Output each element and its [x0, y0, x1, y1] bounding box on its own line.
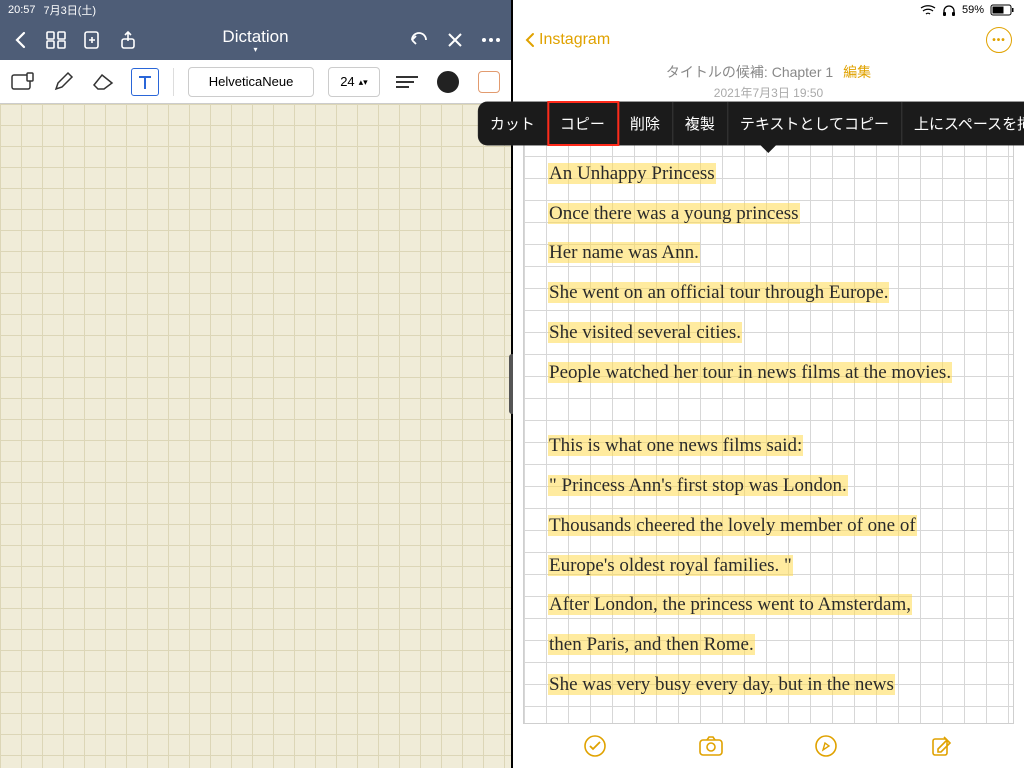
context-menu-item[interactable]: 削除 [618, 102, 673, 145]
note-title-prefix: タイトルの候補: [666, 64, 772, 80]
note-title-value: Chapter 1 [772, 64, 833, 80]
note-title-row: タイトルの候補: Chapter 1 編集 [513, 60, 1024, 84]
right-topbar: Instagram ••• [513, 20, 1024, 60]
font-size-value: 24 [340, 74, 354, 89]
handwriting-line [548, 400, 1001, 434]
status-bar-left: 20:57 7月3日(土) [0, 0, 511, 20]
share-icon[interactable] [114, 26, 142, 54]
status-bar-right: 59% [513, 0, 1024, 20]
check-icon[interactable] [582, 733, 608, 759]
context-menu-item[interactable]: コピー [548, 102, 618, 145]
battery-percent: 59% [962, 4, 984, 16]
font-selector[interactable]: HelveticaNeue [188, 67, 315, 97]
chevron-down-icon: ▾ [253, 47, 257, 53]
handwriting-line: then Paris, and then Rome. [548, 633, 1001, 657]
handwriting-line: Europe's oldest royal families. " [548, 554, 1001, 578]
context-menu-item[interactable]: 上にスペースを挿入 [902, 102, 1024, 145]
font-name: HelveticaNeue [209, 74, 294, 89]
camera-icon[interactable] [698, 733, 724, 759]
status-date: 7月3日(土) [44, 2, 97, 18]
left-navbar: Dictation ▾ [0, 20, 511, 60]
thumbnails-icon[interactable] [42, 26, 70, 54]
markup-icon[interactable] [813, 733, 839, 759]
handwriting-line: She was very busy every day, but in the … [548, 673, 1001, 697]
context-menu: カットコピー削除複製テキストとしてコピー上にスペースを挿入 [478, 102, 1024, 145]
right-app: 59% Instagram ••• タイトルの候補: Chapter 1 編集 … [513, 0, 1024, 768]
handwriting-line: She visited several cities. [548, 321, 1001, 345]
handwriting-line: An Unhappy Princess [548, 162, 1001, 186]
context-menu-item[interactable]: テキストとしてコピー [728, 102, 902, 145]
right-bottom-toolbar [513, 724, 1024, 768]
more-icon[interactable] [477, 26, 505, 54]
font-size-stepper[interactable]: 24 ▴▾ [328, 67, 379, 97]
left-toolbar: HelveticaNeue 24 ▴▾ [0, 60, 511, 104]
edit-title-button[interactable]: 編集 [843, 64, 871, 80]
handwriting-line: People watched her tour in news films at… [548, 361, 1001, 385]
back-label: Instagram [539, 31, 610, 49]
handwriting-line: She went on an official tour through Eur… [548, 281, 1001, 305]
left-app: 20:57 7月3日(土) Dictation ▾ [0, 0, 511, 768]
handwriting-content[interactable]: Chapter 1An Unhappy PrincessOnce there w… [548, 122, 1001, 713]
compose-icon[interactable] [929, 733, 955, 759]
text-color-icon[interactable] [435, 68, 462, 96]
back-icon[interactable] [6, 26, 34, 54]
undo-icon[interactable] [405, 26, 433, 54]
handwriting-line: After London, the princess went to Amste… [548, 593, 1001, 617]
text-bg-icon[interactable] [476, 68, 503, 96]
note-more-icon[interactable]: ••• [986, 27, 1012, 53]
read-mode-icon[interactable] [8, 68, 35, 96]
left-title[interactable]: Dictation ▾ [222, 27, 288, 53]
headphones-icon [942, 4, 956, 17]
status-time: 20:57 [8, 4, 36, 16]
left-title-text: Dictation [222, 27, 288, 47]
left-canvas[interactable] [0, 104, 511, 768]
stepper-arrows-icon: ▴▾ [359, 78, 368, 86]
pen-tool-icon[interactable] [49, 68, 76, 96]
align-tool-icon[interactable] [394, 68, 421, 96]
text-tool-icon[interactable] [131, 68, 158, 96]
handwriting-line: Her name was Ann. [548, 241, 1001, 265]
handwriting-line: This is what one news films said: [548, 434, 1001, 458]
handwriting-line: Once there was a young princess [548, 202, 1001, 226]
battery-icon [990, 4, 1014, 16]
context-menu-item[interactable]: 複製 [673, 102, 728, 145]
wifi-icon [920, 4, 936, 16]
close-icon[interactable] [441, 26, 469, 54]
separator [173, 68, 174, 96]
right-canvas[interactable]: Chapter 1An Unhappy PrincessOnce there w… [523, 111, 1014, 724]
handwriting-line: Thousands cheered the lovely member of o… [548, 514, 1001, 538]
back-to-app-button[interactable]: Instagram [525, 31, 610, 49]
context-menu-item[interactable]: カット [478, 102, 548, 145]
handwriting-line: " Princess Ann's first stop was London. [548, 474, 1001, 498]
eraser-tool-icon[interactable] [90, 68, 117, 96]
add-page-icon[interactable] [78, 26, 106, 54]
